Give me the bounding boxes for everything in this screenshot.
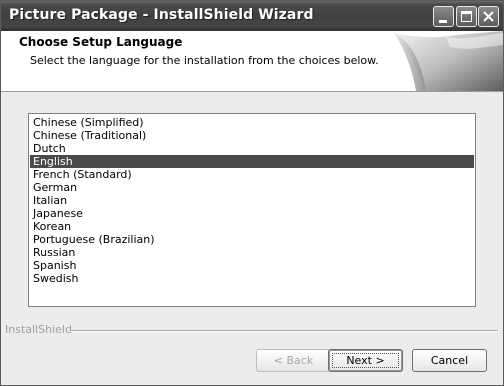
next-button[interactable]: Next > [328,349,403,372]
focus-rect [332,353,399,368]
list-item-chinese-traditional[interactable]: Chinese (Traditional) [30,129,474,142]
minimize-icon [439,20,447,23]
page-subtitle: Select the language for the installation… [30,54,379,67]
close-button[interactable] [478,6,499,27]
cancel-button[interactable]: Cancel [412,349,487,372]
list-item-italian[interactable]: Italian [30,194,474,207]
list-item-japanese[interactable]: Japanese [30,207,474,220]
close-icon [483,11,494,22]
list-item-russian[interactable]: Russian [30,246,474,259]
maximize-button[interactable] [456,6,477,27]
language-list[interactable]: Chinese (Simplified) Chinese (Traditiona… [28,113,476,307]
title-bar[interactable]: Picture Package - InstallShield Wizard [1,1,503,31]
installshield-header-graphic [394,31,503,91]
list-item-german[interactable]: German [30,181,474,194]
list-item-english[interactable]: English [30,155,474,168]
list-item-swedish[interactable]: Swedish [30,272,474,285]
list-item-chinese-simplified[interactable]: Chinese (Simplified) [30,116,474,129]
list-item-korean[interactable]: Korean [30,220,474,233]
back-button[interactable]: < Back [256,349,331,372]
list-item-french[interactable]: French (Standard) [30,168,474,181]
maximize-icon [461,11,472,22]
minimize-button[interactable] [433,6,454,27]
installshield-brand-label: InstallShield [5,323,72,336]
page-title: Choose Setup Language [19,35,183,49]
wizard-header: Choose Setup Language Select the languag… [1,31,503,92]
footer-divider [70,330,498,332]
installshield-wizard-window: Picture Package - InstallShield Wizard C… [0,0,504,386]
list-item-portuguese-brazilian[interactable]: Portuguese (Brazilian) [30,233,474,246]
list-item-dutch[interactable]: Dutch [30,142,474,155]
list-item-spanish[interactable]: Spanish [30,259,474,272]
window-title: Picture Package - InstallShield Wizard [9,7,314,23]
